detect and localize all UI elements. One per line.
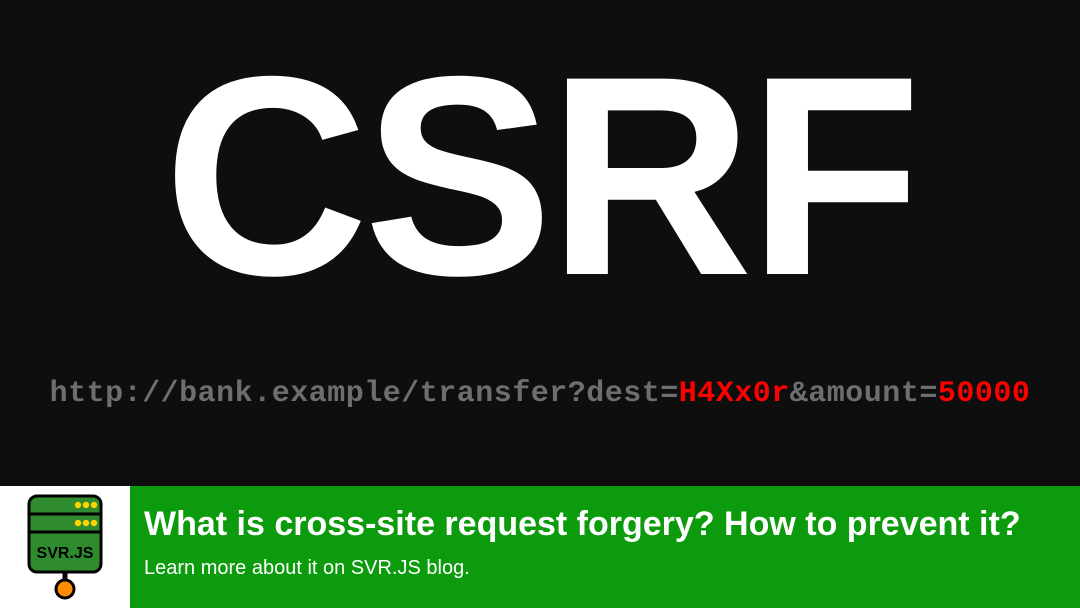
logo-container: SVR.JS — [0, 486, 130, 608]
main-panel: CSRF http://bank.example/transfer?dest=H… — [0, 0, 1080, 486]
example-url: http://bank.example/transfer?dest=H4Xx0r… — [50, 377, 1031, 411]
footer: SVR.JS What is cross-site request forger… — [0, 486, 1080, 608]
url-prefix: http://bank.example/transfer?dest= — [50, 377, 679, 411]
csrf-heading: CSRF — [163, 35, 916, 319]
url-amount-value: 50000 — [938, 377, 1031, 411]
url-amount-label: &amount= — [790, 377, 938, 411]
footer-title: What is cross-site request forgery? How … — [144, 504, 1066, 545]
svrjs-logo-icon: SVR.JS — [21, 494, 109, 600]
logo-text: SVR.JS — [37, 545, 94, 562]
footer-text: What is cross-site request forgery? How … — [130, 486, 1080, 608]
url-dest-value: H4Xx0r — [679, 377, 790, 411]
footer-subtitle: Learn more about it on SVR.JS blog. — [144, 557, 1066, 580]
